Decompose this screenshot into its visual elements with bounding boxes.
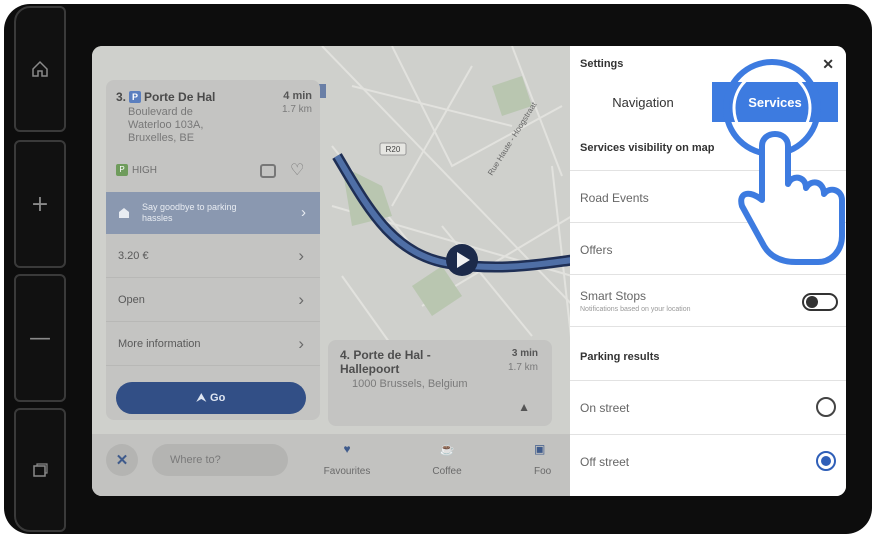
category-label: Coffee <box>432 466 462 477</box>
poi2-distance: 1.7 km <box>507 362 538 373</box>
open-row[interactable]: Open › <box>106 278 320 322</box>
chevron-right-icon: › <box>298 333 304 353</box>
toggle-row-road-events: Road Events <box>570 170 846 222</box>
poi-address-line: Waterloo 103A, <box>128 119 204 131</box>
heart-icon[interactable]: ♡ <box>290 160 304 180</box>
toggle-row-smart-stops: Smart Stops Notifications based on your … <box>570 274 846 326</box>
category-label: Foo <box>534 466 552 477</box>
category-label: Favourites <box>323 466 371 477</box>
road-events-toggle[interactable] <box>802 189 838 207</box>
category-favourites[interactable]: ♥ Favourites <box>312 442 382 477</box>
settings-tabs: Navigation Services <box>578 82 838 122</box>
poi2-title: 4. Porte de Hal - Hallepoort <box>340 348 431 376</box>
go-button[interactable]: ⮝ Go <box>116 382 306 414</box>
occupancy-label: HIGH <box>132 164 157 176</box>
close-icon[interactable]: ✕ <box>822 56 834 73</box>
tab-navigation[interactable]: Navigation <box>578 82 708 122</box>
smart-stops-toggle[interactable] <box>802 293 838 311</box>
toggle-label: Offers <box>580 243 613 257</box>
settings-title: Settings <box>580 58 624 70</box>
category-coffee[interactable]: ☕ Coffee <box>412 442 482 477</box>
category-food[interactable]: ▣ Foo <box>512 442 572 477</box>
chevron-right-icon: › <box>298 245 304 265</box>
toggle-knob <box>806 296 818 308</box>
more-info-row[interactable]: More information › <box>106 322 320 366</box>
toggle-knob <box>806 192 818 204</box>
occupancy-tag: P HIGH <box>116 164 157 176</box>
square-icon <box>33 463 48 477</box>
open-label: Open <box>118 293 145 306</box>
plus-icon: + <box>30 191 50 217</box>
volume-up-button[interactable]: + <box>14 140 66 268</box>
parking-garage-icon <box>119 208 129 218</box>
tab-services[interactable]: Services <box>712 82 838 122</box>
parking-section: Parking results <box>570 326 846 374</box>
windows-button[interactable] <box>14 408 66 532</box>
screen: R20 Rue Haute - Hoogstraat 3. P Porte De… <box>92 46 846 496</box>
search-input[interactable]: Where to? <box>152 444 288 476</box>
toggle-row-offers: Offers <box>570 222 846 274</box>
chevron-right-icon: › <box>298 289 304 309</box>
promo-text: Say goodbye to parking hassles <box>142 202 237 223</box>
chevron-right-icon: › <box>301 204 306 221</box>
poi2-time: 3 min <box>511 348 538 359</box>
minus-icon: — <box>29 325 51 351</box>
bottom-bar: ✕ Where to? ♥ Favourites ☕ Coffee ▣ Foo <box>92 434 572 496</box>
close-icon: ✕ <box>115 452 129 469</box>
radio-row-off-street[interactable]: Off street <box>570 434 846 486</box>
parking-icon: P <box>129 91 142 103</box>
road-label-r20: R20 <box>386 145 401 154</box>
food-icon: ▣ <box>534 442 546 456</box>
price-row[interactable]: 3.20 € › <box>106 234 320 278</box>
poi-card[interactable]: 3. P Porte De Hal 4 min 1.7 km Boulevard… <box>106 80 320 420</box>
poi2-address: 1000 Brussels, Belgium <box>352 378 468 390</box>
poi-name: Porte De Hal <box>144 90 216 104</box>
section-visibility-heading: Services visibility on map <box>580 142 715 154</box>
price-label: 3.20 € <box>118 249 149 262</box>
poi-card-2[interactable]: 4. Porte de Hal - Hallepoort 1000 Brusse… <box>328 340 552 426</box>
poi-header: 3. P Porte De Hal 4 min 1.7 km Boulevard… <box>116 90 312 145</box>
on-street-radio[interactable] <box>816 397 836 417</box>
message-icon[interactable] <box>260 164 276 178</box>
navigate-icon[interactable]: ▲ <box>518 400 530 414</box>
radio-label: On street <box>580 401 630 415</box>
coffee-icon: ☕ <box>439 442 455 456</box>
go-label: Go <box>210 392 226 404</box>
settings-panel: Settings ✕ Navigation Services Services … <box>570 46 846 496</box>
toggle-sublabel: Notifications based on your location <box>580 306 691 313</box>
promo-banner[interactable]: Say goodbye to parking hassles › <box>106 192 320 234</box>
bezel-buttons: + — <box>14 6 66 532</box>
radio-row-on-street[interactable]: On street <box>570 380 846 432</box>
poi-address-line: Bruxelles, BE <box>128 132 195 144</box>
volume-down-button[interactable]: — <box>14 274 66 402</box>
toggle-knob <box>822 244 834 256</box>
home-icon <box>32 60 48 77</box>
off-street-radio[interactable] <box>816 451 836 471</box>
toggle-label: Road Events <box>580 191 649 205</box>
occupancy-icon: P <box>116 164 128 176</box>
poi-distance: 1.7 km <box>281 104 312 115</box>
heart-icon: ♥ <box>343 442 351 456</box>
more-info-label: More information <box>118 337 201 350</box>
radio-label: Off street <box>580 455 630 469</box>
close-button[interactable]: ✕ <box>106 444 138 476</box>
poi-time: 4 min <box>283 90 312 102</box>
poi-number: 3. <box>116 90 127 104</box>
section-parking-heading: Parking results <box>580 351 660 363</box>
toggle-label: Smart Stops <box>580 289 647 303</box>
navigate-icon: ⮝ <box>196 391 207 404</box>
home-button[interactable] <box>14 6 66 132</box>
offers-toggle[interactable] <box>802 241 838 259</box>
